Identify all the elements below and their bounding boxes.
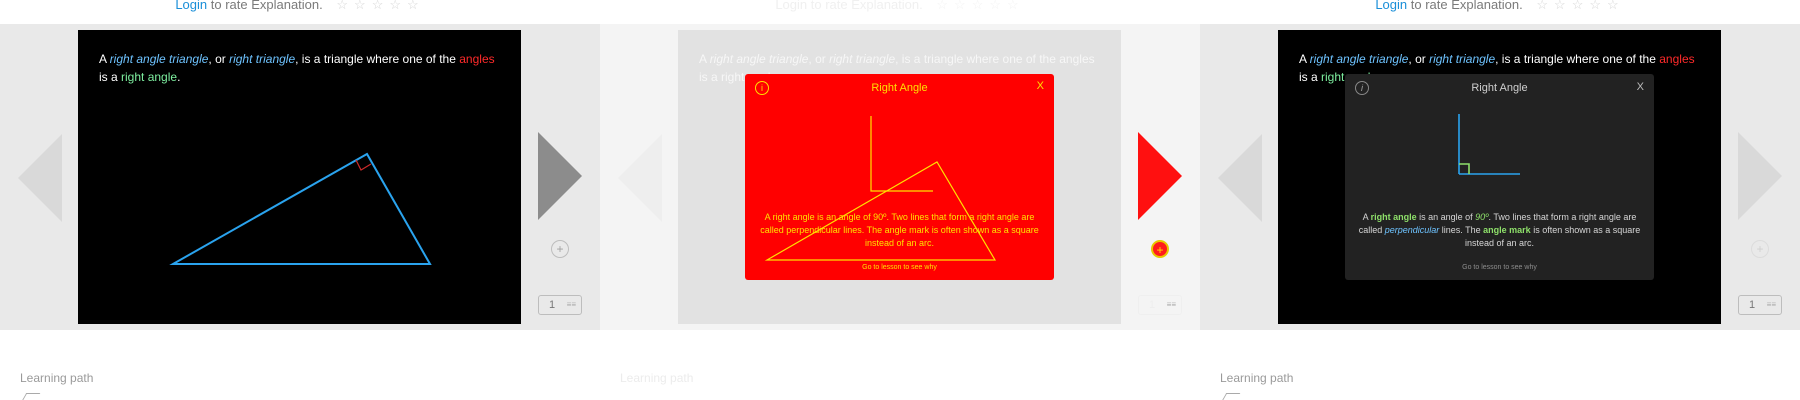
list-icon: ≡≡ [566,300,576,309]
add-icon[interactable]: + [551,240,569,258]
triangle-shape [169,152,432,265]
popover-definition: A right angle is an angle of 90º. Two li… [757,211,1042,250]
go-to-lesson-link[interactable]: Go to lesson to see why [745,264,1054,271]
def-degrees: 90º [873,212,887,222]
screenshot-stage: Login to rate Explanation. ☆☆☆☆☆ A right… [0,0,1800,400]
slide-text-part: A [699,52,710,66]
page-number: 1 [1749,299,1756,311]
def-part: A [1362,212,1371,222]
next-slide-arrow-icon[interactable] [1138,132,1182,220]
page-selector[interactable]: 1 ≡≡ [538,295,582,315]
login-link[interactable]: Login [1375,0,1407,12]
rating-stars[interactable]: ☆☆☆☆☆ [336,0,424,12]
def-part: lines. The [1439,225,1484,235]
lesson-panel-plain: Login to rate Explanation. ☆☆☆☆☆ A right… [0,0,600,400]
page-selector[interactable]: 1 ≡≡ [1138,295,1182,315]
rating-text: to rate Explanation. [207,0,323,12]
def-term: right angle [772,212,815,222]
rating-stars[interactable]: ☆☆☆☆☆ [936,0,1024,12]
slide-text-part: , is a triangle where one of the [1495,52,1660,66]
page-selector[interactable]: 1 ≡≡ [1738,295,1782,315]
def-term: right angle [1370,212,1417,222]
rating-text: to rate Explanation. [807,0,923,12]
previous-slide-arrow-icon[interactable] [618,134,662,222]
learning-path-icon [1221,393,1241,400]
page-number: 1 [549,299,556,311]
list-icon: ≡≡ [1166,300,1176,309]
right-angle-mark [355,159,372,171]
list-icon: ≡≡ [1766,300,1776,309]
right-triangle-figure [169,152,432,265]
rating-text: to rate Explanation. [1407,0,1523,12]
term-angle-mark: angle mark [884,225,930,235]
term-right-triangle[interactable]: right triangle [1429,52,1495,66]
previous-slide-arrow-icon[interactable] [1218,134,1262,222]
term-angle-mark: angle mark [1483,225,1531,235]
term-right-triangle[interactable]: right triangle [829,52,895,66]
slide-text-part: , is a triangle where one of the [895,52,1060,66]
rating-row: Login to rate Explanation. ☆☆☆☆☆ [600,0,1200,13]
right-angle-mark [1459,163,1470,174]
previous-slide-arrow-icon[interactable] [18,134,62,222]
page-number: 1 [1149,299,1156,311]
slide-text-part: is a [699,70,722,84]
def-degrees: 90º [1475,212,1489,222]
slide-canvas: A right angle triangle, or right triangl… [1278,30,1721,324]
term-perpendicular[interactable]: perpendicular [786,225,841,235]
term-angles[interactable]: angles [1659,52,1694,66]
slide-text-part: , or [1408,52,1430,66]
def-part: is an angle of [814,212,874,222]
next-slide-arrow-icon[interactable] [538,132,582,220]
learning-path-label: Learning path [20,371,94,385]
go-to-lesson-link[interactable]: Go to lesson to see why [1345,264,1654,271]
slide-canvas: A right angle triangle, or right triangl… [678,30,1121,324]
login-link[interactable]: Login [775,0,807,12]
term-right-angle-triangle[interactable]: right angle triangle [710,52,809,66]
term-perpendicular[interactable]: perpendicular [1385,225,1440,235]
learning-path-icon [21,393,41,400]
slide-text-part: , or [808,52,830,66]
add-icon[interactable]: + [1151,240,1169,258]
term-angles[interactable]: angles [1059,52,1094,66]
learning-path-label: Learning path [620,371,694,385]
slide-canvas: A right angle triangle, or right triangl… [78,30,521,324]
add-icon[interactable]: + [1751,240,1769,258]
definition-popover: i Right Angle X A right angle is an angl… [1345,74,1654,280]
lesson-panel-popover: Login to rate Explanation. ☆☆☆☆☆ A right… [1200,0,1800,400]
popover-definition: A right angle is an angle of 90º. Two li… [1357,211,1642,250]
learning-path-label: Learning path [1220,371,1294,385]
def-part: lines. The [840,225,885,235]
login-link[interactable]: Login [175,0,207,12]
definition-popover: i Right Angle X A right angle is an angl… [745,74,1054,280]
rating-row: Login to rate Explanation. ☆☆☆☆☆ [1200,0,1800,13]
lesson-panel-highlighted: Login to rate Explanation. ☆☆☆☆☆ A right… [600,0,1200,400]
rating-stars[interactable]: ☆☆☆☆☆ [1536,0,1624,12]
def-part: A [764,212,773,222]
rating-row: Login to rate Explanation. ☆☆☆☆☆ [0,0,600,13]
slide-text-part: A [1299,52,1310,66]
slide-text-part: is a [1299,70,1322,84]
term-right-angle-triangle[interactable]: right angle triangle [1310,52,1409,66]
def-part: is an angle of [1416,212,1476,222]
next-slide-arrow-icon[interactable] [1738,132,1782,220]
